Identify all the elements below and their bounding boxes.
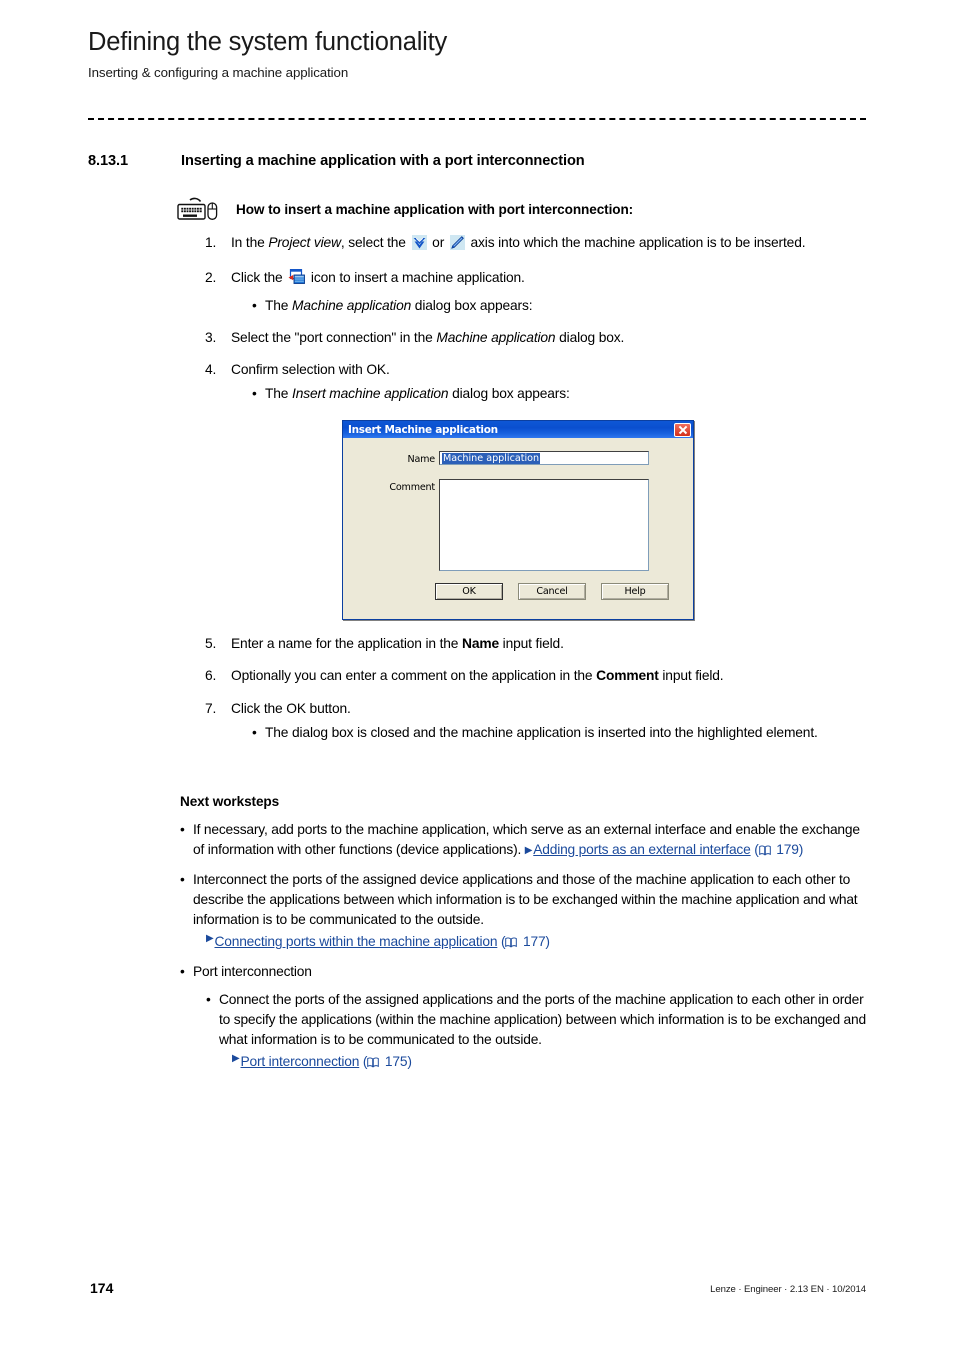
step-item: 2. Click the icon to insert a machine app…: [205, 268, 873, 316]
nested-bullet-item: • Connect the ports of the assigned appli…: [193, 990, 870, 1072]
header-divider: [88, 118, 866, 120]
bullet-dot: •: [180, 964, 185, 979]
step-text: Click the icon to insert a machine appli…: [231, 268, 873, 316]
step-number: 5.: [205, 636, 217, 651]
nested-bullet-text: Connect the ports of the assigned applic…: [219, 990, 870, 1072]
bullet-text: Interconnect the ports of the assigned d…: [193, 870, 870, 952]
step-item: 3. Select the "port connection" in the Ma…: [205, 328, 873, 348]
bullet-dot: •: [252, 724, 257, 740]
step-item: 6. Optionally you can enter a comment on …: [205, 666, 873, 686]
bullet-dot: •: [180, 822, 185, 837]
page-reference: ( 179): [754, 842, 804, 857]
section-number: 8.13.1: [88, 153, 128, 169]
step-sub-item: • The Insert machine application dialog b…: [231, 384, 873, 404]
step-sub-text: The Machine application dialog box appea…: [265, 297, 533, 313]
section-title: Inserting a machine application with a p…: [181, 153, 585, 169]
step-sub-text: The Insert machine application dialog bo…: [265, 386, 570, 402]
keyboard-mouse-icon: [176, 197, 226, 223]
step-number: 2.: [205, 270, 217, 286]
section-heading: 8.13.1 Inserting a machine application wi…: [88, 153, 878, 169]
cross-reference-body: Connecting ports within the machine appl…: [215, 932, 551, 952]
help-button[interactable]: Help: [601, 583, 669, 600]
footer-page-number: 174: [90, 1280, 114, 1296]
step-text: Enter a name for the application in the …: [231, 636, 564, 651]
next-worksteps-title: Next worksteps: [180, 794, 280, 809]
step-item: 5. Enter a name for the application in th…: [205, 634, 873, 654]
step-text: Confirm selection with OK. • The Insert ma…: [231, 360, 873, 405]
howto-label: How to insert a machine application with…: [236, 202, 634, 217]
footer-meta: Lenze · Engineer · 2.13 EN · 10/2014: [710, 1284, 866, 1295]
dialog-body: Name Machine application Comment OK Canc…: [343, 438, 693, 619]
cross-reference-line: ▶ Connecting ports within the machine app…: [193, 932, 870, 952]
page-subtitle: Inserting & configuring a machine applic…: [88, 65, 349, 81]
step-sub-text: The dialog box is closed and the machine…: [265, 724, 818, 740]
step-item: 4. Confirm selection with OK. • The Insert …: [205, 360, 873, 405]
step-number: 7.: [205, 700, 217, 716]
step-text: Optionally you can enter a comment on th…: [231, 668, 724, 684]
cross-reference-link[interactable]: Connecting ports within the machine appl…: [215, 934, 498, 949]
bullet-dot: •: [180, 872, 185, 887]
step-sub-item: • The Machine application dialog box appe…: [231, 296, 873, 316]
close-icon[interactable]: [674, 422, 691, 437]
insert-machine-application-icon: [288, 269, 306, 291]
step-item: 7. Click the OK button. • The dialog box is…: [205, 699, 873, 744]
step-number: 4.: [205, 362, 217, 378]
step-text: Select the "port connection" in the Mach…: [231, 329, 625, 345]
dialog-title: Insert Machine application: [348, 423, 498, 436]
cross-reference-body: Port interconnection ( 175): [241, 1052, 412, 1072]
step-number: 6.: [205, 668, 217, 684]
bullet-item: • If necessary, add ports to the machine …: [180, 820, 870, 860]
comment-input[interactable]: [439, 479, 649, 571]
dialog-window: Insert Machine application Name Machine …: [342, 420, 694, 620]
step-number: 3.: [205, 329, 217, 345]
page-reference: ( 177): [500, 934, 550, 949]
xref-arrow-icon: ▶: [524, 845, 533, 856]
step-sub-item: • The dialog box is closed and the machin…: [231, 723, 873, 743]
cross-reference-link[interactable]: Port interconnection: [241, 1054, 360, 1069]
axis-blue-heart-icon: [411, 235, 427, 256]
bullet-dot: •: [206, 992, 211, 1007]
document-page: Defining the system functionality Insert…: [0, 0, 954, 1350]
xref-arrow-icon: ▶: [232, 1053, 240, 1064]
axis-blue-bar-icon: [449, 235, 465, 256]
emphasis: Project view: [268, 235, 341, 250]
ok-button[interactable]: OK: [435, 583, 503, 600]
step-item: 1. In the Project view, select the or axi…: [205, 233, 873, 256]
emphasis: Machine application: [436, 329, 556, 345]
step-number: 1.: [205, 235, 217, 250]
name-input[interactable]: Machine application: [439, 451, 649, 465]
comment-label: Comment: [389, 482, 435, 493]
cancel-button[interactable]: Cancel: [518, 583, 586, 600]
page-header: Defining the system functionality Insert…: [88, 28, 878, 80]
step-text: Click the OK button. • The dialog box is c…: [231, 699, 873, 744]
page-title: Defining the system functionality: [88, 28, 448, 56]
bullet-text: If necessary, add ports to the machine a…: [193, 822, 860, 857]
dialog-titlebar: Insert Machine application: [343, 421, 693, 438]
next-worksteps-list: • If necessary, add ports to the machine …: [180, 820, 870, 1082]
name-input-value: Machine application: [442, 453, 541, 464]
cross-reference-line: ▶ Port interconnection ( 175): [219, 1052, 870, 1072]
emphasis: Machine application: [292, 297, 412, 313]
bullet-dot: •: [252, 386, 257, 402]
page-reference: ( 175): [362, 1054, 412, 1069]
howto-block: How to insert a machine application with…: [176, 197, 633, 223]
bullet-dot: •: [252, 297, 257, 313]
bullet-item: • Port interconnection • Connect the ports …: [180, 962, 870, 1072]
name-label: Name: [407, 454, 435, 465]
xref-arrow-icon: ▶: [206, 933, 214, 944]
steps-list-bottom: 5. Enter a name for the application in th…: [205, 634, 873, 755]
cross-reference-link[interactable]: Adding ports as an external interface: [533, 842, 751, 857]
steps-list-top: 1. In the Project view, select the or axi…: [205, 233, 873, 417]
strong-text: Comment: [596, 668, 659, 684]
strong-text: Name: [462, 636, 499, 651]
step-text: In the Project view, select the or axis …: [231, 233, 873, 256]
insert-machine-application-dialog-screenshot: Insert Machine application Name Machine …: [342, 420, 694, 620]
emphasis: Insert machine application: [292, 386, 449, 402]
bullet-item: • Interconnect the ports of the assigned …: [180, 870, 870, 952]
bullet-text: Port interconnection • Connect the ports o…: [193, 962, 870, 1072]
